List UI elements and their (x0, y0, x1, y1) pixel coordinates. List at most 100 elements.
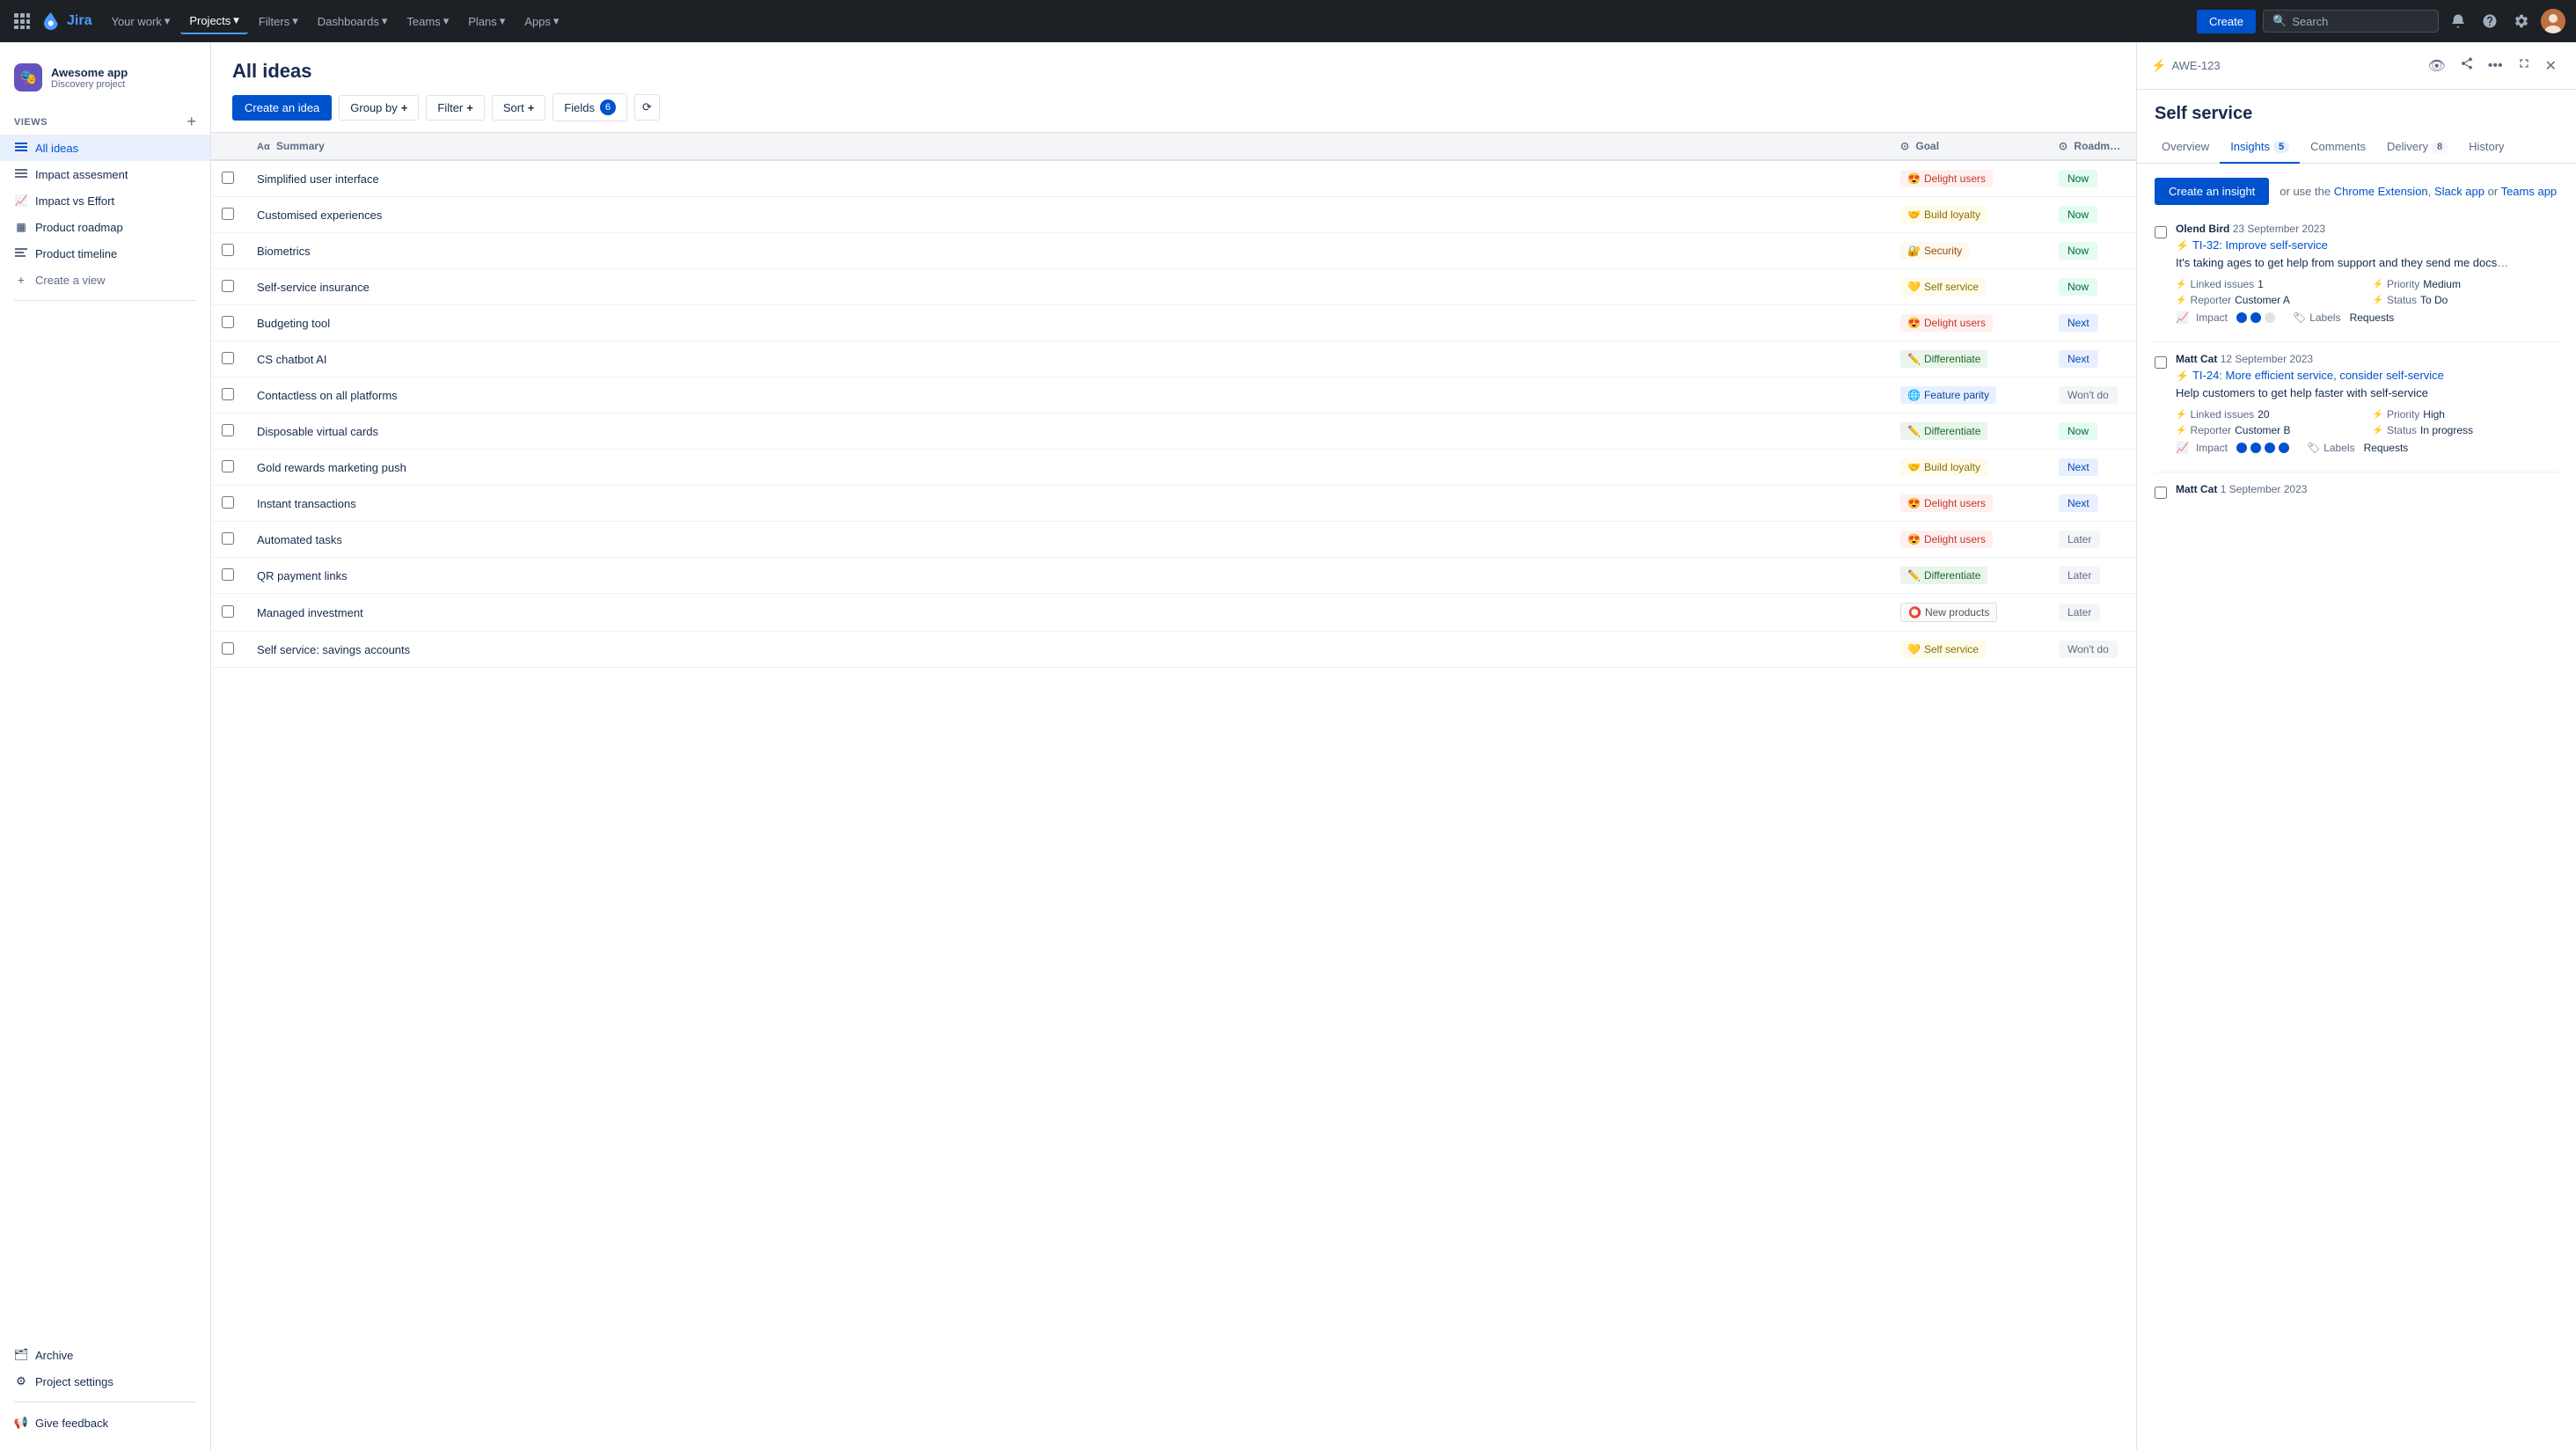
nav-apps[interactable]: Apps ▾ (516, 9, 567, 33)
user-avatar[interactable] (2541, 9, 2565, 33)
sidebar-item-project-settings[interactable]: ⚙ Project settings (0, 1368, 210, 1395)
insight-checkbox-2[interactable] (2155, 356, 2167, 369)
nav-filters[interactable]: Filters ▾ (250, 9, 307, 33)
insight-fields-2: ⚡ Linked issues 20 ⚡ Priority High ⚡ Rep… (2176, 408, 2558, 436)
row-goal-10: 😍 Delight users (1890, 522, 2048, 558)
row-checkbox-7[interactable] (222, 424, 234, 436)
tab-delivery-label: Delivery (2387, 140, 2428, 153)
row-checkbox-12[interactable] (222, 605, 234, 618)
fields-button[interactable]: Fields 6 (553, 93, 627, 121)
search-icon: 🔍 (2272, 14, 2287, 28)
insight-meta-3: Matt Cat 1 September 2023 (2176, 483, 2558, 495)
issue-id: ⚡ AWE-123 (2151, 58, 2221, 73)
search-input[interactable] (2292, 15, 2429, 28)
filter-label: Filter (437, 101, 463, 114)
project-subtitle: Discovery project (51, 79, 128, 90)
create-insight-button[interactable]: Create an insight (2155, 178, 2269, 205)
jira-logo[interactable]: Jira (40, 11, 91, 32)
row-roadmap-1: Now (2048, 197, 2136, 233)
row-checkbox-3[interactable] (222, 280, 234, 292)
sidebar-item-archive[interactable]: 🗂 Archive (0, 1342, 210, 1368)
nav-plans[interactable]: Plans ▾ (459, 9, 514, 33)
nav-your-work[interactable]: Your work ▾ (102, 9, 179, 33)
settings-icon[interactable] (2509, 9, 2534, 33)
row-goal-4: 😍 Delight users (1890, 305, 2048, 341)
row-checkbox-5[interactable] (222, 352, 234, 364)
sidebar-item-product-timeline[interactable]: Product timeline (0, 240, 210, 267)
row-checkbox-11[interactable] (222, 568, 234, 581)
group-by-button[interactable]: Group by + (339, 95, 419, 121)
tab-insights[interactable]: Insights 5 (2220, 131, 2300, 164)
share-button[interactable] (2455, 53, 2479, 78)
help-icon[interactable] (2477, 9, 2502, 33)
impact-assessment-icon (14, 167, 28, 181)
nav-projects[interactable]: Projects ▾ (180, 8, 248, 34)
sidebar-item-impact-vs-effort[interactable]: 📈 Impact vs Effort (0, 187, 210, 214)
views-label: VIEWS (14, 117, 48, 128)
tab-overview-label: Overview (2162, 140, 2209, 153)
notifications-icon[interactable] (2446, 9, 2470, 33)
row-checkbox-9[interactable] (222, 496, 234, 509)
sidebar-item-product-roadmap[interactable]: ▦ Product roadmap (0, 214, 210, 240)
goal-emoji-3: 💛 (1907, 281, 1921, 293)
label-value-1: Requests (2350, 311, 2395, 324)
grid-menu-icon[interactable] (11, 10, 33, 33)
insight-checkbox-1[interactable] (2155, 226, 2167, 238)
tab-delivery[interactable]: Delivery 8 (2376, 131, 2458, 164)
row-checkbox-1[interactable] (222, 208, 234, 220)
watch-button[interactable]: 👁 (2422, 54, 2450, 78)
impact-row-1: 📈 Impact (2176, 311, 2275, 324)
close-button[interactable]: ✕ (2540, 54, 2562, 78)
row-checkbox-4[interactable] (222, 316, 234, 328)
row-roadmap-4: Next (2048, 305, 2136, 341)
insight-content-3: Matt Cat 1 September 2023 (2176, 483, 2558, 499)
chrome-extension-link[interactable]: Chrome Extension (2334, 185, 2428, 198)
table-row: Biometrics 🔐 Security Now (211, 233, 2136, 269)
insight-link-2[interactable]: ⚡ TI-24: More efficient service, conside… (2176, 369, 2558, 382)
row-checkbox-6[interactable] (222, 388, 234, 400)
row-checkbox-8[interactable] (222, 460, 234, 472)
insight-checkbox-3[interactable] (2155, 487, 2167, 499)
goal-badge-8: 🤝 Build loyalty (1900, 458, 1987, 476)
create-idea-button[interactable]: Create an idea (232, 95, 332, 121)
row-roadmap-8: Next (2048, 450, 2136, 486)
row-checkbox-10[interactable] (222, 532, 234, 545)
sidebar-project[interactable]: 🎭 Awesome app Discovery project (0, 56, 210, 106)
sidebar-item-give-feedback[interactable]: 📢 Give feedback (0, 1410, 210, 1436)
add-view-icon[interactable]: + (187, 113, 196, 131)
create-button[interactable]: Create (2197, 10, 2256, 33)
goal-col-icon: ⊙ (1900, 140, 1909, 152)
tab-comments[interactable]: Comments (2300, 131, 2376, 164)
goal-badge-6: 🌐 Feature parity (1900, 386, 1996, 404)
sort-button[interactable]: Sort + (492, 95, 545, 121)
row-checkbox-13[interactable] (222, 642, 234, 655)
row-checkbox-0[interactable] (222, 172, 234, 184)
teams-app-link[interactable]: Teams app (2501, 185, 2558, 198)
search-box[interactable]: 🔍 (2263, 10, 2439, 33)
row-summary-5: CS chatbot AI (246, 341, 1890, 377)
nav-dashboards[interactable]: Dashboards ▾ (309, 9, 397, 33)
labels-label-1: Labels (2309, 311, 2340, 324)
label-tag-icon-2: 🏷 (2307, 442, 2320, 454)
row-goal-5: ✏️ Differentiate (1890, 341, 2048, 377)
tab-overview[interactable]: Overview (2151, 131, 2220, 164)
more-options-button[interactable]: ••• (2483, 55, 2508, 77)
tab-history[interactable]: History (2458, 131, 2514, 164)
refresh-button[interactable]: ⟳ (634, 94, 660, 121)
fields-label: Fields (564, 101, 595, 114)
slack-app-link[interactable]: Slack app (2434, 185, 2485, 198)
row-checkbox-2[interactable] (222, 244, 234, 256)
reporter-field-1: ⚡ Reporter Customer A (2176, 294, 2362, 306)
insight-link-1[interactable]: ⚡ TI-32: Improve self-service (2176, 238, 2558, 252)
filter-button[interactable]: Filter + (426, 95, 484, 121)
sidebar-item-impact-assessment[interactable]: Impact assesment (0, 161, 210, 187)
nav-teams[interactable]: Teams ▾ (398, 9, 457, 33)
table-row: Instant transactions 😍 Delight users Nex… (211, 486, 2136, 522)
sidebar-item-create-view[interactable]: + Create a view (0, 267, 210, 293)
row-roadmap-7: Now (2048, 414, 2136, 450)
row-summary-7: Disposable virtual cards (246, 414, 1890, 450)
expand-button[interactable] (2512, 53, 2536, 78)
sidebar-item-all-ideas[interactable]: All ideas (0, 135, 210, 161)
ideas-data-table: Aα Summary ⊙ Goal ⊙ Roadm… (211, 133, 2136, 668)
insight-date-2: 12 September 2023 (2221, 353, 2313, 365)
